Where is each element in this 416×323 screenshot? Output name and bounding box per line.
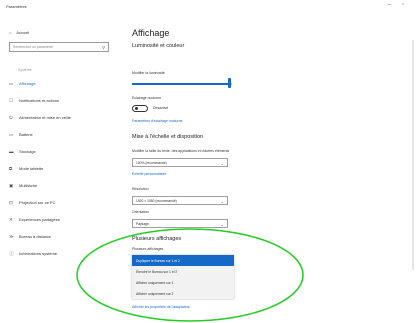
sidebar-item-projection[interactable]: ⊡ Projection sur ce PC <box>9 200 55 206</box>
maximize-button[interactable]: ▫ <box>402 2 404 8</box>
window-title: Paramètres <box>6 4 27 9</box>
dropdown-option[interactable]: Dupliquer le Bureau sur 1 et 2 <box>132 255 234 266</box>
scale-dropdown[interactable]: 100% (recommandé) ⌄ <box>132 158 228 167</box>
sidebar-item-label: Informations système <box>19 251 58 256</box>
sidebar-item-label: Expériences partagées <box>19 217 60 222</box>
orientation-value: Paysage <box>136 222 149 226</box>
search-placeholder: Rechercher un paramètre <box>13 45 53 49</box>
battery-icon: ▭ <box>9 132 14 137</box>
orientation-dropdown[interactable]: Paysage ⌄ <box>132 219 228 228</box>
dropdown-option[interactable]: Afficher uniquement sur 1 <box>132 277 234 288</box>
minimize-button[interactable]: – <box>388 2 391 8</box>
brightness-label: Modifier la luminosité <box>132 71 165 75</box>
sidebar-item-label: Multitâche <box>19 183 38 188</box>
main-content: Affichage Luminosité et couleur Modifier… <box>132 16 402 323</box>
search-input[interactable]: Rechercher un paramètre ⚲ <box>9 42 109 52</box>
home-icon: ⌂ <box>9 30 12 35</box>
remote-icon: ≫ <box>9 234 14 239</box>
brightness-slider[interactable] <box>132 83 232 85</box>
sidebar-item-notifications[interactable]: ☐ Notifications et actions <box>9 98 59 104</box>
scale-label: Modifier la taille du texte, des applica… <box>132 149 230 153</box>
toggle-knob <box>134 107 138 110</box>
chevron-down-icon: ⌄ <box>220 160 224 166</box>
sidebar-item-stockage[interactable]: ▬ Stockage <box>9 149 36 154</box>
brightness-slider-thumb[interactable] <box>227 78 231 88</box>
sidebar-item-label: Stockage <box>19 149 36 154</box>
resolution-label: Résolution <box>132 187 149 191</box>
scale-value: 100% (recommandé) <box>136 161 167 165</box>
sidebar: ⌂ Accueil Rechercher un paramètre ⚲ Syst… <box>0 16 122 323</box>
brightness-slider-fill <box>132 83 229 85</box>
sidebar-item-affichage[interactable]: ▭ Affichage <box>9 81 36 87</box>
sidebar-item-label: Projection sur ce PC <box>19 200 56 205</box>
sidebar-item-label: Bureau à distance <box>19 234 52 239</box>
sidebar-item-label: Batterie <box>19 132 33 137</box>
sidebar-item-bureau-distance[interactable]: ≫ Bureau à distance <box>9 234 51 240</box>
brightness-heading: Luminosité et couleur <box>132 43 185 49</box>
info-icon: ⓘ <box>9 251 14 256</box>
multi-display-label: Plusieurs affichages <box>132 247 164 251</box>
power-icon: ⏻ <box>9 115 13 120</box>
layout-heading: Mise à l'échelle et disposition <box>132 134 204 140</box>
custom-scale-link[interactable]: Échelle personnalisée <box>132 172 166 176</box>
multitask-icon: ▣ <box>9 183 14 188</box>
scrollbar[interactable] <box>412 40 414 270</box>
sidebar-item-informations[interactable]: ⓘ Informations système <box>9 251 57 257</box>
sidebar-item-experiences[interactable]: ✕ Expériences partagées <box>9 217 60 223</box>
shared-icon: ✕ <box>9 217 13 222</box>
sidebar-item-alimentation[interactable]: ⏻ Alimentation et mise en veille <box>9 115 71 120</box>
sidebar-item-label: Notifications et actions <box>19 98 60 103</box>
chevron-down-icon: ⌄ <box>220 198 224 204</box>
sidebar-home[interactable]: ⌂ Accueil <box>9 30 29 35</box>
sidebar-item-label: Affichage <box>19 81 36 86</box>
sidebar-item-multitache[interactable]: ▣ Multitâche <box>9 183 37 189</box>
notification-icon: ☐ <box>9 98 14 103</box>
titlebar: Paramètres – ▫ <box>0 0 416 16</box>
monitor-icon: ▭ <box>9 81 14 86</box>
sidebar-item-label: Alimentation et mise en veille <box>19 115 71 120</box>
sidebar-section-label: Système <box>18 68 32 72</box>
night-light-toggle[interactable] <box>132 105 148 112</box>
orientation-label: Orientation <box>132 210 150 214</box>
resolution-value: 1920 × 1080 (recommandé) <box>136 199 177 203</box>
chevron-down-icon: ⌄ <box>220 221 224 227</box>
night-light-settings-link[interactable]: Paramètres d'éclairage nocturne <box>132 119 182 123</box>
dropdown-option[interactable]: Étendre le Bureau sur 1 et 2 <box>132 266 234 277</box>
sidebar-item-mode-tablette[interactable]: ⧉ Mode tablette <box>9 166 43 171</box>
storage-icon: ▬ <box>9 149 14 154</box>
projection-icon: ⊡ <box>9 200 13 205</box>
resolution-dropdown[interactable]: 1920 × 1080 (recommandé) ⌄ <box>132 196 228 205</box>
dropdown-option[interactable]: Afficher uniquement sur 2 <box>132 288 234 299</box>
night-light-label: Éclairage nocturne <box>132 96 162 100</box>
multi-display-heading: Plusieurs affichages <box>132 236 182 242</box>
search-icon: ⚲ <box>102 45 105 50</box>
adapter-properties-link[interactable]: Afficher les propriétés de l'adaptateur <box>132 305 190 309</box>
multi-display-dropdown-list[interactable]: Dupliquer le Bureau sur 1 et 2 Étendre l… <box>132 255 234 299</box>
sidebar-item-batterie[interactable]: ▭ Batterie <box>9 132 33 138</box>
tablet-icon: ⧉ <box>9 166 13 171</box>
page-title: Affichage <box>132 28 170 38</box>
sidebar-home-label: Accueil <box>16 30 30 35</box>
sidebar-item-label: Mode tablette <box>19 166 44 171</box>
night-light-state: Désactivé <box>153 106 169 110</box>
